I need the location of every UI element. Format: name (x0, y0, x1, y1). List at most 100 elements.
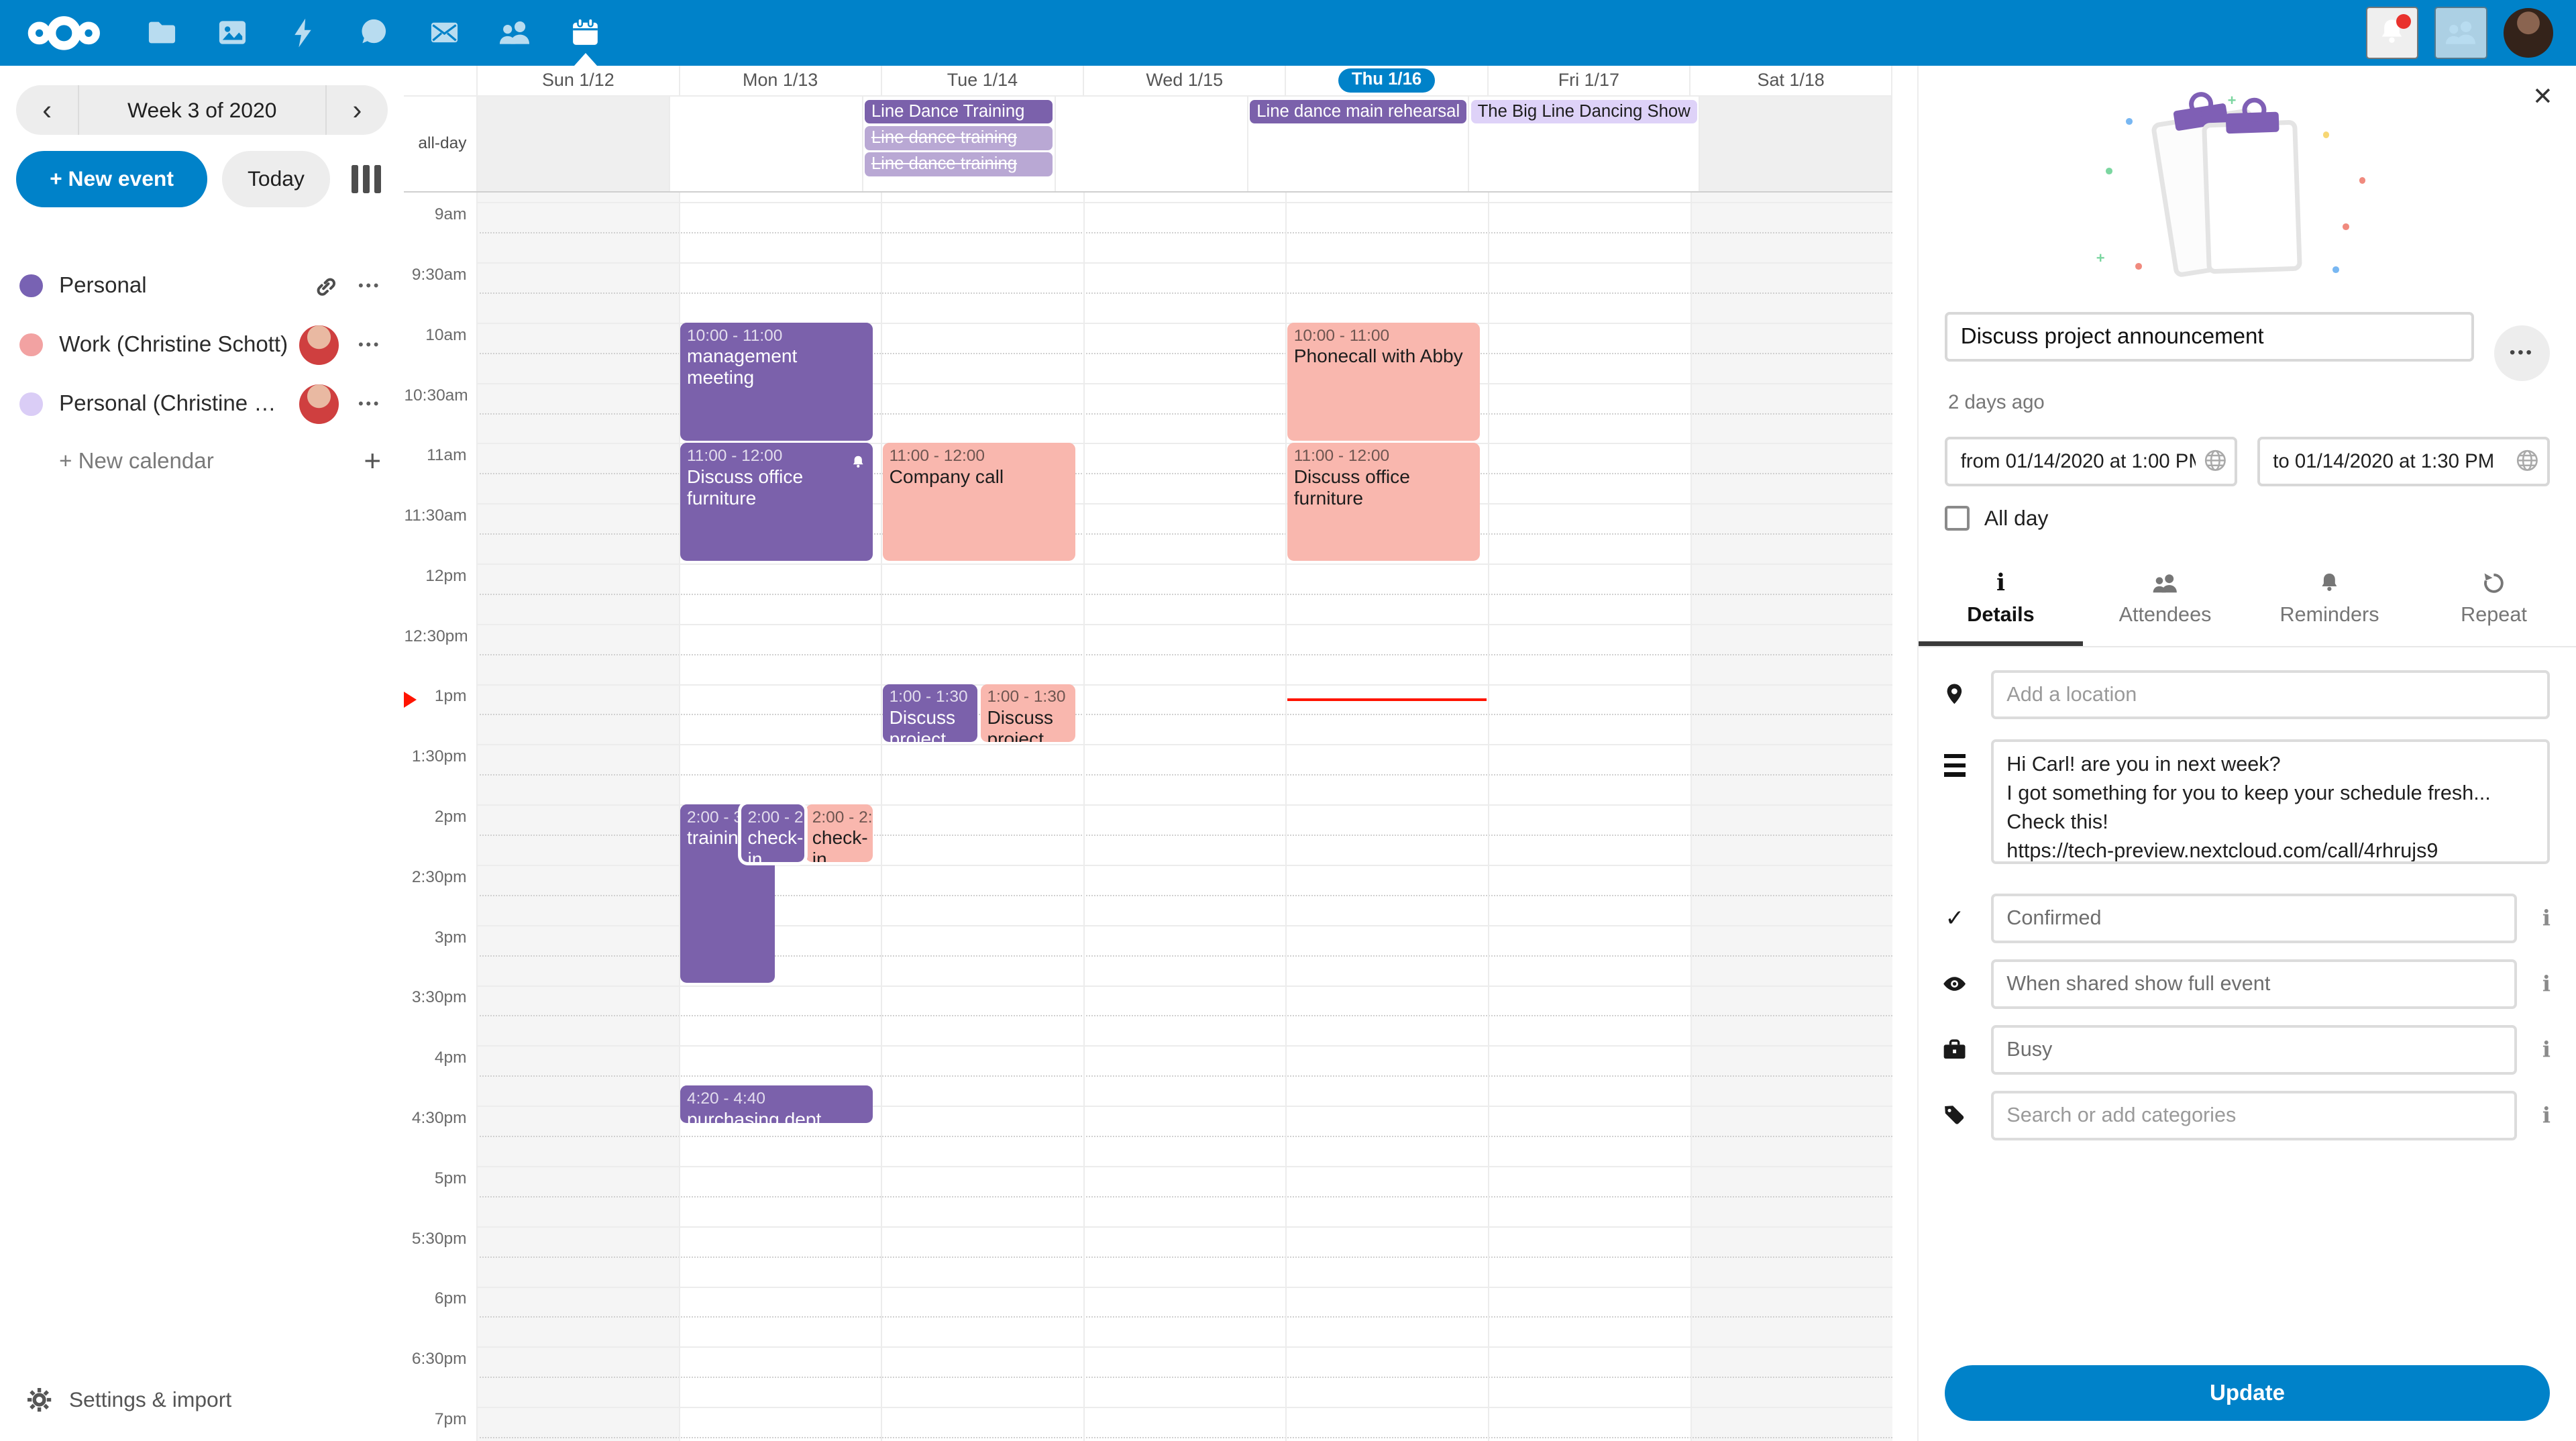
location-input[interactable] (1991, 670, 2550, 719)
description-textarea[interactable]: Hi Carl! are you in next week? I got som… (1991, 739, 2550, 864)
allday-cell-wed-1-15[interactable] (1055, 97, 1247, 191)
tab-reminders[interactable]: Reminders (2247, 564, 2412, 646)
timezone-globe-icon[interactable] (2203, 448, 2228, 480)
allday-cell-fri-1-17[interactable]: The Big Line Dancing Show (1468, 97, 1699, 191)
event-discuss-office-furniture[interactable]: 11:00 - 12:00Discuss office furniture (680, 443, 873, 561)
day-header-fri-1-17[interactable]: Fri 1/17 (1487, 66, 1689, 95)
nextcloud-logo-icon[interactable] (21, 0, 107, 66)
view-mode-toggle[interactable] (345, 158, 388, 201)
end-datetime-input[interactable] (2257, 437, 2550, 486)
freebusy-select[interactable] (1991, 1025, 2517, 1074)
calendar-color-dot (19, 333, 42, 356)
info-icon[interactable]: i (2517, 959, 2576, 996)
tab-details[interactable]: i Details (1919, 564, 2083, 646)
event-purchasing-dept[interactable]: 4:20 - 4:40purchasing dept (680, 1085, 873, 1123)
allday-event-line-dance-training[interactable]: Line Dance Training (865, 100, 1053, 124)
gutter-spacer (404, 66, 476, 95)
notifications-button[interactable] (2366, 7, 2418, 59)
app-contacts-button[interactable] (480, 0, 550, 66)
update-button[interactable]: Update (1945, 1365, 2550, 1421)
grid-hour-line (476, 624, 1892, 625)
day-header-thu-1-16[interactable]: Thu 1/16 (1285, 66, 1487, 95)
event-company-call[interactable]: 11:00 - 12:00Company call (883, 443, 1075, 561)
day-header-mon-1-13[interactable]: Mon 1/13 (679, 66, 881, 95)
app-files-button[interactable] (127, 0, 197, 66)
time-label-1-30pm: 1:30pm (404, 747, 466, 766)
settings-import-button[interactable]: Settings & import (0, 1372, 404, 1428)
settings-label: Settings & import (69, 1387, 231, 1412)
calendar-item-personal[interactable]: Personal ••• (0, 256, 404, 315)
next-week-button[interactable]: › (325, 85, 388, 134)
allday-cell-sat-1-18[interactable] (1699, 97, 1892, 191)
event-check-in[interactable]: 2:00 - 2:30check-in (741, 804, 804, 862)
notification-badge (2396, 14, 2411, 29)
current-time-line (1287, 698, 1487, 702)
user-avatar[interactable] (2504, 8, 2553, 57)
day-header-wed-1-15[interactable]: Wed 1/15 (1083, 66, 1285, 95)
calendar-item-personal-christine[interactable]: Personal (Christine Scho… ••• (0, 374, 404, 433)
grid-quarter-line (476, 292, 1892, 294)
grid-quarter-line (476, 232, 1892, 233)
app-talk-button[interactable] (338, 0, 409, 66)
time-label-6-30pm: 6:30pm (404, 1350, 466, 1369)
timezone-globe-icon[interactable] (2515, 448, 2540, 480)
event-illustration: + + + (2067, 105, 2428, 276)
grid-hour-line (476, 1045, 1892, 1047)
day-header-sun-1-12[interactable]: Sun 1/12 (476, 66, 678, 95)
event-check-in[interactable]: 2:00 - 2:30check-in (806, 804, 873, 862)
grid-hour-line (476, 262, 1892, 264)
calendar-menu-button[interactable]: ••• (355, 392, 384, 417)
calendar-menu-button[interactable]: ••• (355, 333, 384, 357)
visibility-select[interactable] (1991, 959, 2517, 1008)
info-icon[interactable]: i (2517, 1025, 2576, 1062)
previous-week-button[interactable]: ‹ (16, 85, 78, 134)
tab-repeat[interactable]: Repeat (2412, 564, 2576, 646)
new-event-button[interactable]: + New event (16, 151, 207, 207)
allday-cells: Line Dance TrainingLine dance trainingLi… (476, 97, 1892, 191)
allday-cell-thu-1-16[interactable]: Line dance main rehearsal (1247, 97, 1468, 191)
day-header-tue-1-14[interactable]: Tue 1/14 (881, 66, 1083, 95)
status-select[interactable] (1991, 894, 2517, 943)
today-button[interactable]: Today (222, 151, 331, 207)
app-mail-button[interactable] (409, 0, 480, 66)
app-calendar-button[interactable] (550, 0, 621, 66)
all-day-checkbox[interactable] (1945, 506, 1970, 531)
info-icon[interactable]: i (2517, 1091, 2576, 1128)
weekend-shade (476, 193, 679, 1441)
allday-cell-sun-1-12[interactable] (476, 97, 669, 191)
event-discuss-office-furniture[interactable]: 11:00 - 12:00Discuss office furniture (1287, 443, 1480, 561)
allday-event-line-dance-training[interactable]: Line dance training (865, 126, 1053, 150)
day-header-label: Sat 1/18 (1757, 70, 1824, 91)
allday-event-line-dance-training[interactable]: Line dance training (865, 152, 1053, 176)
allday-cell-mon-1-13[interactable] (669, 97, 861, 191)
grid-hour-line (476, 1407, 1892, 1408)
categories-input[interactable] (1991, 1091, 2517, 1140)
attendees-icon (2151, 570, 2180, 596)
event-phonecall-with-abby[interactable]: 10:00 - 11:00Phonecall with Abby (1287, 323, 1480, 441)
app-activity-button[interactable] (268, 0, 338, 66)
tab-attendees[interactable]: Attendees (2083, 564, 2247, 646)
day-header-sat-1-18[interactable]: Sat 1/18 (1689, 66, 1892, 95)
close-panel-button[interactable]: ✕ (2532, 82, 2553, 111)
grid-quarter-line (476, 774, 1892, 776)
info-icon[interactable]: i (2517, 894, 2576, 930)
allday-event-the-big-line-dancing-show[interactable]: The Big Line Dancing Show (1471, 100, 1697, 124)
event-discuss-project-announcement[interactable]: 1:00 - 1:30Discuss project announcement (883, 684, 977, 742)
app-photos-button[interactable] (197, 0, 268, 66)
event-management-meeting[interactable]: 10:00 - 11:00management meeting (680, 323, 873, 441)
event-discuss-project[interactable]: 1:00 - 1:30Discuss project (981, 684, 1075, 742)
start-datetime-input[interactable] (1945, 437, 2237, 486)
event-time: 4:20 - 4:40 (687, 1089, 866, 1108)
event-title-input[interactable] (1945, 312, 2474, 361)
new-calendar-button[interactable]: + New calendar + (0, 433, 404, 489)
time-grid[interactable]: 9am9:30am10am10:30am11am11:30am12pm12:30… (404, 193, 1892, 1441)
calendar-menu-button[interactable]: ••• (355, 274, 384, 298)
event-actions-menu-button[interactable]: ••• (2494, 325, 2550, 381)
share-link-icon[interactable] (312, 273, 338, 299)
nextcloud-logo-icon (26, 13, 102, 53)
grid-quarter-line (476, 1075, 1892, 1077)
allday-cell-tue-1-14[interactable]: Line Dance TrainingLine dance trainingLi… (862, 97, 1055, 191)
calendar-item-work-christine[interactable]: Work (Christine Schott) ••• (0, 315, 404, 374)
contacts-menu-button[interactable] (2434, 7, 2487, 59)
allday-event-line-dance-main-rehearsal[interactable]: Line dance main rehearsal (1250, 100, 1466, 124)
